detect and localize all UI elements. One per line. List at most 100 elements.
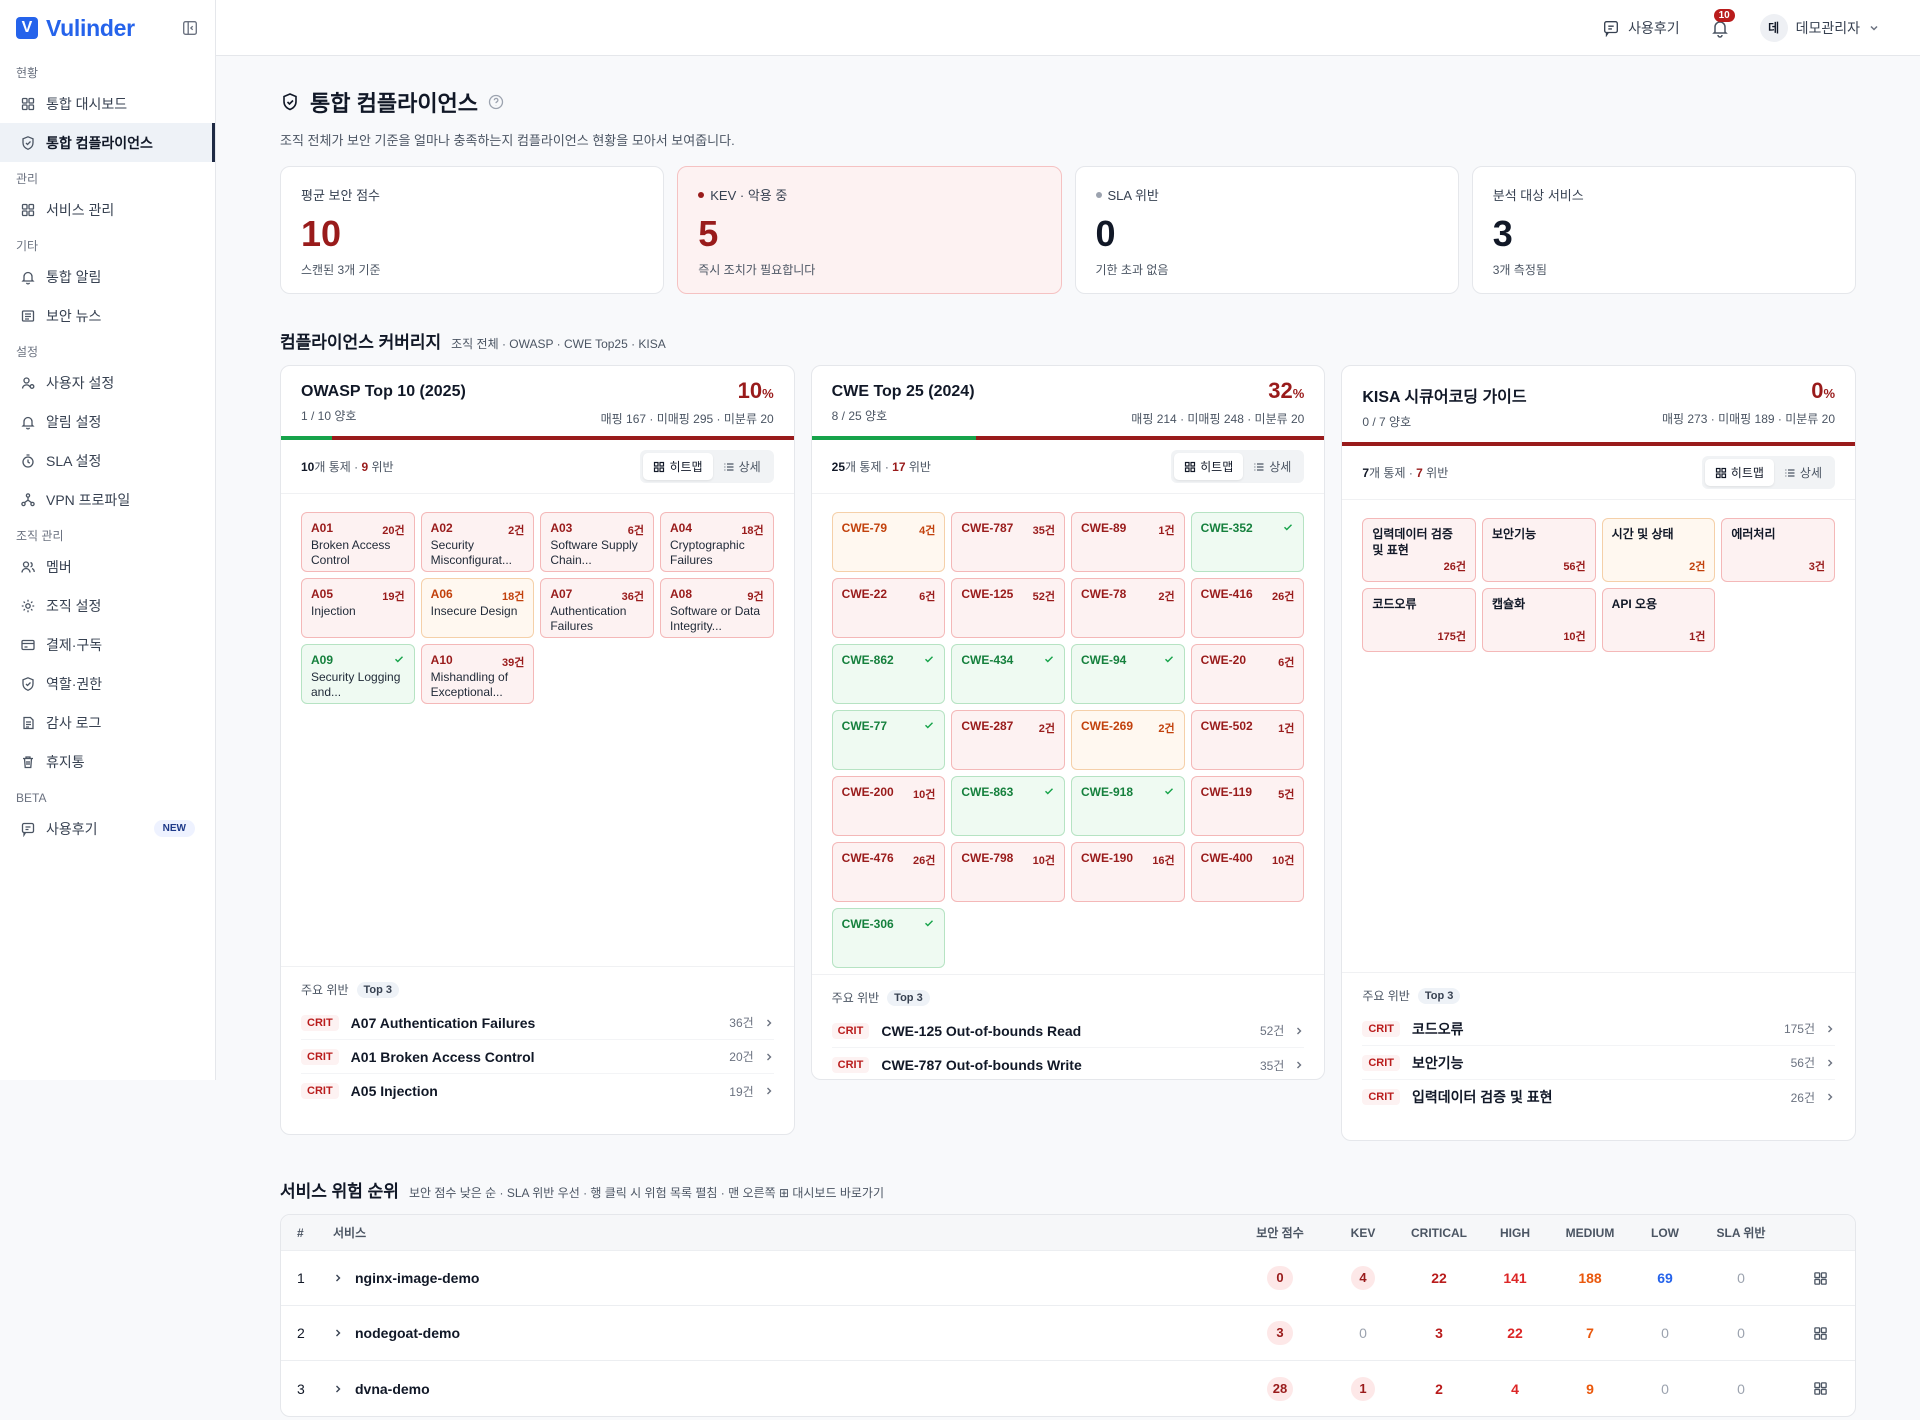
heatmap-tile[interactable]: CWE-306: [831, 908, 946, 968]
sidebar-item-0-0[interactable]: 통합 대시보드: [0, 84, 215, 123]
heatmap-tile[interactable]: CWE-352: [1190, 512, 1305, 572]
top-violation-row[interactable]: CRIT A01 Broken Access Control 20건: [301, 1040, 774, 1074]
top-violation-row[interactable]: CRIT A07 Authentication Failures 36건: [301, 1006, 774, 1040]
heatmap-tile[interactable]: 캡슐화 10건: [1482, 588, 1596, 652]
col-medium[interactable]: MEDIUM: [1547, 1226, 1633, 1240]
detail-tab[interactable]: 상세: [1243, 453, 1301, 480]
heatmap-tile[interactable]: CWE-119 5건: [1190, 776, 1305, 836]
top-violation-row[interactable]: CRIT CWE-787 Out-of-bounds Write 35건: [831, 1048, 1305, 1079]
col-kev[interactable]: KEV: [1331, 1226, 1395, 1240]
heatmap-tile[interactable]: CWE-269 2건: [1071, 710, 1185, 770]
top-violation-row[interactable]: CRIT CWE-125 Out-of-bounds Read 52건: [831, 1014, 1305, 1048]
service-cell[interactable]: dvna-demo: [321, 1381, 1229, 1397]
sidebar-item-3-1[interactable]: 알림 설정: [0, 402, 215, 441]
heatmap-tile[interactable]: CWE-125 52건: [951, 578, 1065, 638]
heatmap-tile[interactable]: 시간 및 상태 2건: [1601, 518, 1716, 582]
service-cell[interactable]: nodegoat-demo: [321, 1325, 1229, 1341]
detail-tab[interactable]: 상세: [1774, 459, 1832, 486]
heatmap-tile[interactable]: CWE-94: [1071, 644, 1185, 704]
table-row[interactable]: 3 dvna-demo 28 1 2 4 9 0 0: [281, 1361, 1855, 1416]
heatmap-tile[interactable]: CWE-798 10건: [951, 842, 1065, 902]
heatmap-tile[interactable]: CWE-434: [951, 644, 1065, 704]
heatmap-tile[interactable]: CWE-20 6건: [1190, 644, 1305, 704]
review-button[interactable]: 사용후기: [1602, 18, 1680, 38]
heatmap-tile[interactable]: CWE-79 4건: [831, 512, 946, 572]
kev-badge: 4: [1351, 1266, 1375, 1290]
service-cell[interactable]: nginx-image-demo: [321, 1270, 1229, 1286]
heatmap-tile[interactable]: 보안기능 56건: [1482, 518, 1596, 582]
heatmap-tab[interactable]: 히트맵: [643, 453, 713, 480]
sidebar-item-0-1[interactable]: 통합 컴플라이언스: [0, 123, 215, 162]
notification-button[interactable]: 10: [1710, 8, 1735, 38]
heatmap-tile[interactable]: CWE-89 1건: [1071, 512, 1185, 572]
sidebar-collapse-icon[interactable]: [181, 19, 199, 37]
chevron-right-icon[interactable]: [333, 1328, 343, 1338]
heatmap-tile[interactable]: CWE-502 1건: [1190, 710, 1305, 770]
top-violation-row[interactable]: CRIT A05 Injection 19건: [301, 1074, 774, 1108]
sidebar-item-4-4[interactable]: 감사 로그: [0, 703, 215, 742]
dashboard-link[interactable]: [1785, 1381, 1855, 1396]
col-score[interactable]: 보안 점수: [1229, 1224, 1331, 1241]
col-service[interactable]: 서비스: [321, 1224, 1229, 1241]
sidebar-item-label: 역할·권한: [46, 675, 103, 692]
heatmap-tile[interactable]: CWE-476 26건: [831, 842, 946, 902]
heatmap-tile[interactable]: A05 Injection 19건: [301, 578, 415, 638]
chevron-right-icon[interactable]: [333, 1273, 343, 1283]
heatmap-tile[interactable]: CWE-190 16건: [1071, 842, 1185, 902]
sidebar-item-4-1[interactable]: 조직 설정: [0, 586, 215, 625]
col-low[interactable]: LOW: [1633, 1226, 1697, 1240]
col-high[interactable]: HIGH: [1483, 1226, 1547, 1240]
sidebar-item-4-5[interactable]: 휴지통: [0, 742, 215, 781]
heatmap-tab[interactable]: 히트맵: [1704, 459, 1774, 486]
heatmap-tile[interactable]: CWE-918: [1071, 776, 1185, 836]
heatmap-tile[interactable]: CWE-22 6건: [831, 578, 946, 638]
heatmap-tile[interactable]: CWE-863: [951, 776, 1065, 836]
heatmap-tile[interactable]: CWE-77: [831, 710, 946, 770]
sidebar-item-4-0[interactable]: 멤버: [0, 547, 215, 586]
heatmap-tile[interactable]: A10 Mishandling of Exceptional... 39건: [420, 644, 535, 704]
help-icon[interactable]: [488, 94, 504, 110]
sidebar-item-3-2[interactable]: SLA 설정: [0, 441, 215, 480]
sidebar-item-1-0[interactable]: 서비스 관리: [0, 190, 215, 229]
table-row[interactable]: 2 nodegoat-demo 3 0 3 22 7 0 0: [281, 1306, 1855, 1361]
heatmap-tile[interactable]: API 오용 1건: [1601, 588, 1716, 652]
heatmap-tile[interactable]: CWE-416 26건: [1190, 578, 1305, 638]
dashboard-link[interactable]: [1785, 1326, 1855, 1341]
table-row[interactable]: 1 nginx-image-demo 0 4 22 141 188 69 0: [281, 1251, 1855, 1306]
top-violation-row[interactable]: CRIT 보안기능 56건: [1362, 1046, 1836, 1080]
heatmap-tile[interactable]: A03 Software Supply Chain... 6건: [540, 512, 654, 572]
heatmap-tile[interactable]: CWE-78 2건: [1071, 578, 1185, 638]
chevron-right-icon[interactable]: [333, 1384, 343, 1394]
heatmap-tile[interactable]: A08 Software or Data Integrity... 9건: [660, 578, 774, 638]
heatmap-tile[interactable]: CWE-787 35건: [951, 512, 1065, 572]
sidebar-item-4-2[interactable]: 결제·구독: [0, 625, 215, 664]
heatmap-tile[interactable]: A06 Insecure Design 18건: [420, 578, 535, 638]
col-critical[interactable]: CRITICAL: [1395, 1226, 1483, 1240]
col-sla[interactable]: SLA 위반: [1697, 1224, 1785, 1241]
heatmap-tile[interactable]: A09 Security Logging and...: [301, 644, 415, 704]
heatmap-tile[interactable]: 입력데이터 검증 및 표현 26건: [1362, 518, 1476, 582]
sidebar-item-2-1[interactable]: 보안 뉴스: [0, 296, 215, 335]
heatmap-tile[interactable]: CWE-862: [831, 644, 946, 704]
heatmap-tile[interactable]: A02 Security Misconfigurat... 2건: [420, 512, 535, 572]
heatmap-tile[interactable]: A04 Cryptographic Failures 18건: [660, 512, 774, 572]
user-menu[interactable]: 데 데모관리자: [1759, 13, 1880, 42]
dashboard-link[interactable]: [1785, 1271, 1855, 1286]
heatmap-tile[interactable]: CWE-400 10건: [1190, 842, 1305, 902]
sidebar-item-4-3[interactable]: 역할·권한: [0, 664, 215, 703]
sidebar-item-2-0[interactable]: 통합 알림: [0, 257, 215, 296]
heatmap-tile[interactable]: CWE-200 10건: [831, 776, 946, 836]
sidebar-item-3-3[interactable]: VPN 프로파일: [0, 480, 215, 519]
top-violation-row[interactable]: CRIT 입력데이터 검증 및 표현 26건: [1362, 1080, 1835, 1114]
heatmap-tile[interactable]: 에러처리 3건: [1721, 518, 1836, 582]
sidebar-item-3-0[interactable]: 사용자 설정: [0, 363, 215, 402]
top-violation-row[interactable]: CRIT 코드오류 175건: [1362, 1012, 1836, 1046]
heatmap-tile[interactable]: A01 Broken Access Control 20건: [301, 512, 415, 572]
detail-tab[interactable]: 상세: [713, 453, 771, 480]
heatmap-tile[interactable]: CWE-287 2건: [951, 710, 1065, 770]
sidebar-item-5-0[interactable]: 사용후기 NEW: [0, 809, 215, 848]
heatmap-tile[interactable]: 코드오류 175건: [1362, 588, 1476, 652]
heatmap-tab[interactable]: 히트맵: [1174, 453, 1244, 480]
heatmap-tile[interactable]: A07 Authentication Failures 36건: [540, 578, 654, 638]
logo[interactable]: V Vulinder: [0, 0, 215, 56]
